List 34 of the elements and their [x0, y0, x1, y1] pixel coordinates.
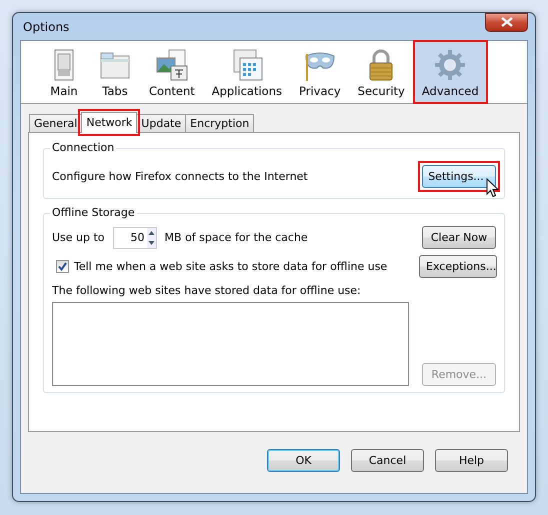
dialog-button[interactable]: Help [435, 449, 508, 472]
settings-button[interactable]: Settings... [422, 165, 496, 188]
group-legend: Connection [50, 141, 116, 154]
cache-size-spinner[interactable]: 50 [112, 226, 157, 248]
dialog-button[interactable]: Cancel [351, 449, 424, 472]
pictures-icon [154, 48, 189, 82]
exceptions-button[interactable]: Exceptions... [419, 255, 497, 278]
pane-button[interactable]: Privacy [291, 41, 349, 103]
close-button[interactable] [485, 12, 528, 32]
tab[interactable]: Update [136, 114, 186, 132]
connection-description: Configure how Firefox connects to the Internet [52, 170, 308, 183]
cache-label: Use up to [52, 231, 105, 244]
tab[interactable]: Network [81, 112, 138, 133]
pane-button[interactable]: Content [141, 41, 203, 103]
spinner-arrows-icon [146, 228, 156, 248]
notify-checkbox[interactable]: Tell me when a web site asks to store data for offline use [52, 260, 388, 273]
check-icon [57, 261, 68, 272]
tab[interactable]: General [29, 114, 82, 132]
close-icon [500, 17, 512, 27]
gear-icon [433, 48, 468, 82]
cache-unit-label: MB of space for the cache [164, 231, 308, 244]
window-title: Options [22, 20, 70, 34]
pane-button[interactable]: Advanced [414, 41, 487, 103]
group-legend: Offline Storage [50, 206, 137, 219]
pane-button[interactable]: Main [39, 41, 89, 103]
mouse-pointer-icon [486, 178, 499, 198]
list-label: The following web sites have stored data for offline use: [52, 284, 362, 297]
pane-button[interactable]: Tabs [90, 41, 140, 103]
clear-now-button[interactable]: Clear Now [422, 226, 496, 249]
pane-button[interactable]: Applications [204, 41, 290, 103]
pane-button[interactable]: Security [350, 41, 413, 103]
offline-sites-list[interactable] [52, 302, 409, 386]
tab[interactable]: Encryption [185, 114, 254, 132]
dialog-button[interactable]: OK [267, 449, 340, 472]
